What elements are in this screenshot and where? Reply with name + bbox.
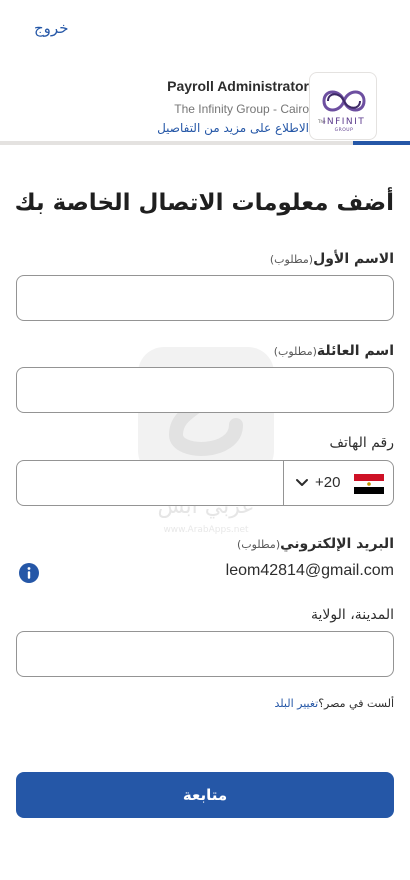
- first-name-label: الاسم الأول(مطلوب): [270, 251, 394, 267]
- country-note-text: ألست في مصر؟: [318, 697, 394, 710]
- city-input[interactable]: [16, 631, 394, 677]
- email-label-text: البريد الإلكتروني: [280, 536, 394, 552]
- country-code-select[interactable]: +20: [283, 461, 393, 505]
- last-name-label: اسم العائلة(مطلوب): [274, 343, 394, 359]
- first-name-label-text: الاسم الأول: [313, 251, 394, 267]
- chevron-down-icon: [296, 479, 308, 486]
- country-code-value: +20: [315, 474, 341, 491]
- change-country-link[interactable]: تغيير البلد: [275, 697, 319, 710]
- phone-label: رقم الهاتف: [330, 435, 394, 451]
- required-marker: (مطلوب): [269, 253, 314, 266]
- last-name-label-text: اسم العائلة: [316, 343, 394, 359]
- city-label: المدينة، الولاية: [311, 607, 394, 623]
- required-marker: (مطلوب): [273, 345, 317, 358]
- contact-form: أضف معلومات الاتصال الخاصة بك الاسم الأو…: [0, 0, 410, 880]
- city-label-text: المدينة، الولاية: [311, 607, 394, 623]
- page-title: أضف معلومات الاتصال الخاصة بك: [14, 190, 394, 216]
- info-icon[interactable]: [18, 562, 40, 584]
- email-label: البريد الإلكتروني(مطلوب): [237, 536, 394, 552]
- last-name-input[interactable]: [16, 367, 394, 413]
- country-note: ألست في مصر؟تغيير البلد: [275, 697, 395, 710]
- egypt-flag-icon: [354, 474, 384, 494]
- first-name-input[interactable]: [16, 275, 394, 321]
- phone-label-text: رقم الهاتف: [329, 435, 394, 451]
- continue-button[interactable]: متابعة: [16, 772, 394, 818]
- email-value: leom42814@gmail.com: [225, 562, 394, 579]
- required-marker: (مطلوب): [236, 538, 281, 551]
- phone-field: +20: [16, 460, 394, 506]
- phone-input[interactable]: [17, 461, 283, 505]
